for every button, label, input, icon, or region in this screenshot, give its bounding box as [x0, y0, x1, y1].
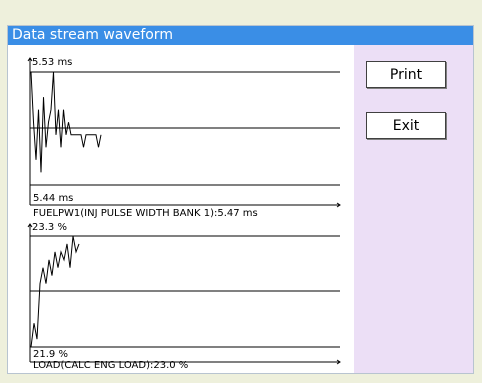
- waveform-window: Data stream waveform Print Exit 5.53 ms …: [7, 25, 474, 374]
- fuel-pulse-chart: [27, 57, 341, 208]
- window-title: Data stream waveform: [8, 26, 473, 45]
- chart1-min-label: 5.44 ms: [33, 193, 74, 204]
- chart2-max-label: 23.3 %: [32, 222, 67, 233]
- chart2-min-label: 21.9 %: [33, 349, 68, 360]
- chart2-caption: LOAD(CALC ENG LOAD):23.0 %: [33, 360, 189, 371]
- exit-button[interactable]: Exit: [366, 112, 446, 139]
- engine-load-chart: [27, 223, 341, 365]
- chart1-caption: FUELPW1(INJ PULSE WIDTH BANK 1):5.47 ms: [33, 208, 258, 219]
- print-button[interactable]: Print: [366, 61, 446, 88]
- chart1-trace: [30, 71, 102, 173]
- chart1-max-label: 5.53 ms: [32, 57, 73, 68]
- button-panel: [354, 45, 473, 373]
